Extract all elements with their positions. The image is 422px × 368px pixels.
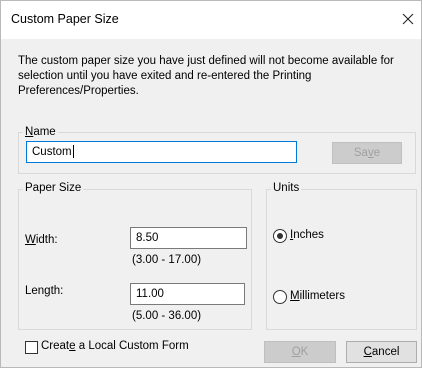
width-label-rest: idth: — [35, 234, 58, 246]
custom-paper-size-dialog: Custom Paper Size The custom paper size … — [0, 0, 422, 368]
width-input[interactable]: 8.50 — [130, 227, 247, 249]
save-button[interactable]: Save — [332, 142, 402, 164]
length-label: Length: — [25, 285, 64, 297]
window-title: Custom Paper Size — [11, 12, 119, 26]
cancel-label-rest: ancel — [371, 346, 400, 358]
cancel-mnemonic: C — [363, 346, 372, 358]
length-range: (5.00 - 36.00) — [132, 310, 202, 322]
save-label-pre: Sa — [353, 147, 368, 159]
save-label-post: e — [373, 147, 381, 159]
ok-button[interactable]: OK — [264, 341, 336, 363]
title-bar: Custom Paper Size — [1, 1, 421, 39]
inches-label-rest: nches — [293, 229, 324, 241]
millimeters-radio[interactable] — [273, 290, 287, 304]
info-line-1: The custom paper size you have just defi… — [18, 55, 394, 67]
ok-label-rest: K — [300, 346, 309, 358]
paper-size-label: Paper Size — [23, 182, 84, 194]
length-value: 11.00 — [136, 288, 164, 300]
name-input[interactable]: Custom — [26, 141, 297, 163]
inches-label[interactable]: Inches — [290, 229, 324, 241]
close-icon[interactable] — [399, 9, 417, 29]
width-label: Width: — [25, 234, 58, 246]
length-input[interactable]: 11.00 — [130, 283, 245, 305]
name-label-rest: ame — [33, 126, 56, 138]
name-label: Name — [23, 126, 58, 138]
millimeters-mnemonic: M — [290, 290, 300, 302]
name-input-value: Custom — [32, 146, 72, 158]
units-group — [266, 189, 417, 330]
ok-mnemonic: O — [291, 346, 301, 358]
cancel-button[interactable]: Cancel — [346, 341, 417, 363]
width-mnemonic: W — [25, 234, 36, 246]
text-cursor — [72, 145, 74, 159]
millimeters-label-rest: illimeters — [299, 290, 345, 302]
millimeters-label[interactable]: Millimeters — [290, 290, 345, 302]
local-form-checkbox[interactable] — [25, 341, 38, 354]
info-message: The custom paper size you have just defi… — [18, 54, 398, 99]
info-line-2: selection until you have exited and re-e… — [18, 70, 312, 97]
units-label: Units — [271, 182, 302, 194]
local-form-label[interactable]: Create a Local Custom Form — [41, 340, 189, 352]
radio-selected-dot — [277, 233, 283, 239]
local-form-label-pre: Creat — [41, 340, 70, 352]
inches-radio[interactable] — [273, 229, 287, 243]
width-range: (3.00 - 17.00) — [132, 254, 202, 266]
local-form-label-post: a Local Custom Form — [75, 340, 189, 352]
width-value: 8.50 — [136, 232, 159, 244]
